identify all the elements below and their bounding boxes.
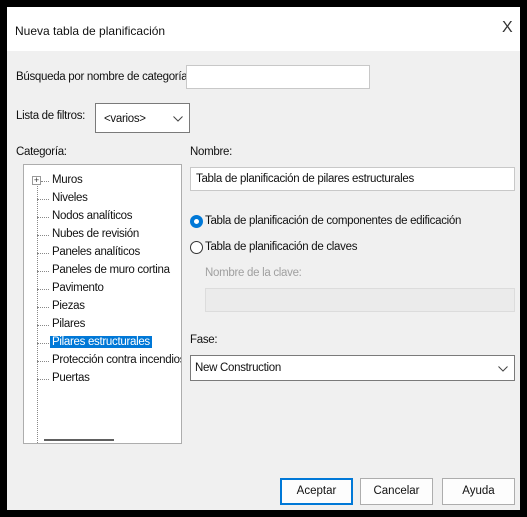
dialog-title: Nueva tabla de planificación xyxy=(15,24,166,38)
filter-list-dropdown[interactable]: <varios> xyxy=(95,103,190,133)
tree-dots xyxy=(37,307,49,308)
tree-item-label: Paneles analíticos xyxy=(52,246,140,258)
tree-dots xyxy=(37,253,49,254)
tree-item-label: Muros xyxy=(52,174,83,186)
tree-dots xyxy=(37,289,49,290)
tree-item-label: Nubes de revisión xyxy=(52,228,139,240)
tree-item-piezas[interactable]: Piezas xyxy=(24,298,181,316)
tree-item-muros[interactable]: + Muros xyxy=(24,172,181,190)
tree-item-label: Pilares xyxy=(52,318,86,330)
tree-dots xyxy=(37,325,49,326)
help-button[interactable]: Ayuda xyxy=(442,478,515,505)
new-schedule-dialog: Nueva tabla de planificación X Búsqueda … xyxy=(7,7,520,510)
schedule-name-value: Tabla de planificación de pilares estruc… xyxy=(196,173,414,185)
tree-dots xyxy=(37,235,49,236)
key-name-input-disabled xyxy=(205,288,515,312)
search-label: Búsqueda por nombre de categoría: xyxy=(16,71,191,83)
tree-item-nodos-analiticos[interactable]: Nodos analíticos xyxy=(24,208,181,226)
tree-item-label: Piezas xyxy=(52,300,85,312)
filter-list-label: Lista de filtros: xyxy=(16,110,86,122)
tree-item-pilares-estructurales[interactable]: Pilares estructurales xyxy=(24,334,181,352)
tree-item-label: Protección contra incendios xyxy=(52,354,182,366)
radio-components-label: Tabla de planificación de componentes de… xyxy=(205,215,462,227)
phase-label: Fase: xyxy=(190,334,218,346)
title-bar: Nueva tabla de planificación X xyxy=(7,7,520,51)
tree-item-label: Niveles xyxy=(52,192,88,204)
tree-item-label: Pavimento xyxy=(52,282,104,294)
category-label: Categoría: xyxy=(16,146,67,158)
filter-list-value: <varios> xyxy=(104,113,146,125)
category-tree[interactable]: + Muros Niveles Nodos analíticos Nubes d… xyxy=(23,164,182,444)
tree-item-pavimento[interactable]: Pavimento xyxy=(24,280,181,298)
tree-item-proteccion-contra-incendios[interactable]: Protección contra incendios xyxy=(24,352,181,370)
horizontal-scrollbar-thumb[interactable] xyxy=(44,439,114,441)
tree-item-label: Paneles de muro cortina xyxy=(52,264,170,276)
tree-item-label: Pilares estructurales xyxy=(50,336,152,348)
radio-keys-label: Tabla de planificación de claves xyxy=(205,241,358,253)
name-label: Nombre: xyxy=(190,146,232,158)
expand-plus-icon[interactable]: + xyxy=(32,176,41,185)
tree-dots xyxy=(37,271,49,272)
chevron-down-icon xyxy=(498,366,508,372)
cancel-button[interactable]: Cancelar xyxy=(360,478,433,505)
tree-dots xyxy=(37,379,49,380)
accept-button[interactable]: Aceptar xyxy=(280,478,353,505)
tree-item-label: Nodos analíticos xyxy=(52,210,133,222)
radio-keys[interactable] xyxy=(190,241,203,254)
tree-item-puertas[interactable]: Puertas xyxy=(24,370,181,388)
schedule-name-input[interactable]: Tabla de planificación de pilares estruc… xyxy=(190,167,515,191)
tree-item-pilares[interactable]: Pilares xyxy=(24,316,181,334)
tree-dots xyxy=(37,361,49,362)
tree-dots xyxy=(37,343,49,344)
phase-value: New Construction xyxy=(195,362,281,374)
phase-dropdown[interactable]: New Construction xyxy=(190,355,515,381)
tree-item-paneles-de-muro-cortina[interactable]: Paneles de muro cortina xyxy=(24,262,181,280)
category-search-input[interactable] xyxy=(186,65,370,89)
radio-components-selected[interactable] xyxy=(190,215,203,228)
tree-item-label: Puertas xyxy=(52,372,90,384)
tree-item-paneles-analiticos[interactable]: Paneles analíticos xyxy=(24,244,181,262)
tree-dots xyxy=(37,217,49,218)
tree-dots xyxy=(41,181,49,182)
key-name-label: Nombre de la clave: xyxy=(205,267,302,279)
tree-item-nubes-de-revision[interactable]: Nubes de revisión xyxy=(24,226,181,244)
tree-dots xyxy=(37,199,49,200)
close-icon[interactable]: X xyxy=(502,19,516,37)
tree-item-niveles[interactable]: Niveles xyxy=(24,190,181,208)
chevron-down-icon xyxy=(173,116,183,122)
